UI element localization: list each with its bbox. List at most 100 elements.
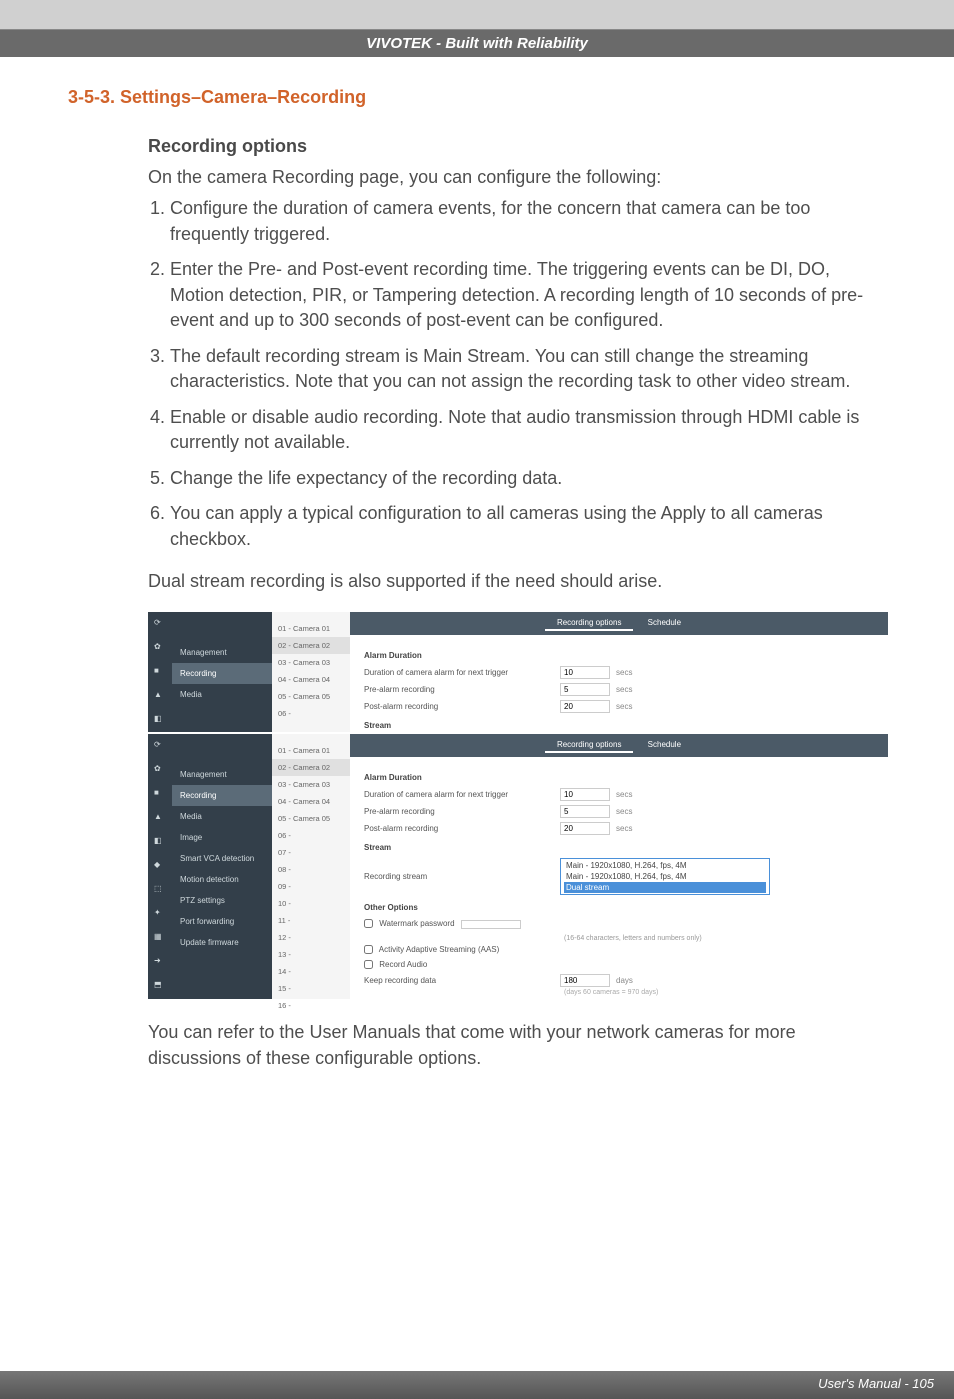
nav-port-forwarding[interactable]: Port forwarding <box>172 911 272 932</box>
screenshot-top: ⟳ ✿ ■ ▲ ◧ Management Recording Media 01 … <box>148 612 888 732</box>
prealarm-input[interactable] <box>560 805 610 818</box>
recstream-dropdown-open[interactable]: Main - 1920x1080, H.264, fps, 4M Main - … <box>560 858 770 895</box>
camera-item[interactable]: 10 - <box>272 895 350 912</box>
postalarm-label: Post-alarm recording <box>364 824 554 833</box>
list-item: Change the life expectancy of the record… <box>170 466 886 492</box>
nav-media[interactable]: Media <box>172 684 272 705</box>
duration-input[interactable] <box>560 788 610 801</box>
alarm-icon[interactable]: ▲ <box>154 690 166 702</box>
nav-update-firmware[interactable]: Update firmware <box>172 932 272 953</box>
camera-item[interactable]: 09 - <box>272 878 350 895</box>
screenshot-bottom: ⟳ ✿ ■ ▲ ◧ ◆ ⬚ ✦ ▦ ➜ ⬒ Management Recordi… <box>148 734 888 999</box>
record-audio-label: Record Audio <box>379 960 427 969</box>
keep-hint: (days 60 cameras = 970 days) <box>564 989 874 996</box>
watermark-hint: (16-64 characters, letters and numbers o… <box>564 935 874 942</box>
dropdown-option[interactable]: Main - 1920x1080, H.264, fps, 4M <box>564 860 766 871</box>
tab-recording-options[interactable]: Recording options <box>545 616 633 631</box>
camera-item[interactable]: 02 - Camera 02 <box>272 759 350 776</box>
keep-data-input[interactable] <box>560 974 610 987</box>
camera-item[interactable]: 13 - <box>272 946 350 963</box>
watermark-input[interactable] <box>461 920 521 929</box>
gear-icon[interactable]: ✿ <box>154 642 166 654</box>
postalarm-input[interactable] <box>560 700 610 713</box>
alarm-duration-header: Alarm Duration <box>364 767 874 786</box>
camera-list: 01 - Camera 01 02 - Camera 02 03 - Camer… <box>272 734 350 999</box>
section-title: 3-5-3. Settings–Camera–Recording <box>68 87 886 108</box>
media-icon[interactable]: ◧ <box>154 714 166 726</box>
watermark-row: Watermark password <box>364 916 874 932</box>
nav-recording[interactable]: Recording <box>172 785 272 806</box>
clock-icon[interactable]: ⟳ <box>154 740 166 752</box>
camera-item[interactable]: 05 - Camera 05 <box>272 810 350 827</box>
camera-item[interactable]: 15 - <box>272 980 350 997</box>
prealarm-input[interactable] <box>560 683 610 696</box>
unit-secs: secs <box>616 668 632 677</box>
dropdown-option[interactable]: Main - 1920x1080, H.264, fps, 4M <box>564 871 766 882</box>
camera-item[interactable]: 14 - <box>272 963 350 980</box>
nav-recording[interactable]: Recording <box>172 663 272 684</box>
camera-item[interactable]: 05 - Camera 05 <box>272 688 350 705</box>
forward-icon[interactable]: ➜ <box>154 956 166 968</box>
camera-item[interactable]: 01 - Camera 01 <box>272 742 350 759</box>
media-icon[interactable]: ◧ <box>154 836 166 848</box>
nav-sidebar: Management Recording Media <box>172 612 272 732</box>
camera-item[interactable]: 12 - <box>272 929 350 946</box>
tab-schedule[interactable]: Schedule <box>636 738 693 751</box>
camera-item[interactable]: 06 - <box>272 705 350 722</box>
duration-label: Duration of camera alarm for next trigge… <box>364 668 554 677</box>
aas-label: Activity Adaptive Streaming (AAS) <box>379 945 500 954</box>
camera-icon[interactable]: ■ <box>154 666 166 678</box>
aas-checkbox[interactable] <box>364 945 373 954</box>
watermark-label: Watermark password <box>379 919 454 928</box>
list-item: You can apply a typical configuration to… <box>170 501 886 552</box>
camera-item[interactable]: 03 - Camera 03 <box>272 776 350 793</box>
nav-image[interactable]: Image <box>172 827 272 848</box>
camera-item[interactable]: 04 - Camera 04 <box>272 671 350 688</box>
camera-item[interactable]: 06 - <box>272 827 350 844</box>
camera-item[interactable]: 11 - <box>272 912 350 929</box>
watermark-checkbox[interactable] <box>364 919 373 928</box>
tab-recording-options[interactable]: Recording options <box>545 738 633 753</box>
motion-icon[interactable]: ✦ <box>154 908 166 920</box>
duration-input[interactable] <box>560 666 610 679</box>
nav-management[interactable]: Management <box>172 764 272 785</box>
postalarm-input[interactable] <box>560 822 610 835</box>
camera-item[interactable]: 03 - Camera 03 <box>272 654 350 671</box>
nav-smart-vca[interactable]: Smart VCA detection <box>172 848 272 869</box>
dual-stream-note: Dual stream recording is also supported … <box>148 571 886 592</box>
nav-motion-detection[interactable]: Motion detection <box>172 869 272 890</box>
camera-item[interactable]: 08 - <box>272 861 350 878</box>
tab-schedule[interactable]: Schedule <box>636 616 693 629</box>
aas-row: Activity Adaptive Streaming (AAS) <box>364 942 874 957</box>
duration-label: Duration of camera alarm for next trigge… <box>364 790 554 799</box>
list-item: Enable or disable audio recording. Note … <box>170 405 886 456</box>
nav-management[interactable]: Management <box>172 642 272 663</box>
camera-item[interactable]: 01 - Camera 01 <box>272 620 350 637</box>
keep-data-label: Keep recording data <box>364 976 554 985</box>
record-audio-checkbox[interactable] <box>364 960 373 969</box>
disk-icon[interactable]: ⬚ <box>154 884 166 896</box>
page-footer: User's Manual - 105 <box>0 1371 954 1399</box>
nav-ptz-settings[interactable]: PTZ settings <box>172 890 272 911</box>
dropdown-option-selected[interactable]: Dual stream <box>564 882 766 893</box>
clock-icon[interactable]: ⟳ <box>154 618 166 630</box>
grid-icon[interactable]: ▦ <box>154 932 166 944</box>
camera-icon[interactable]: ■ <box>154 788 166 800</box>
camera-list: 01 - Camera 01 02 - Camera 02 03 - Camer… <box>272 612 350 732</box>
prealarm-row: Pre-alarm recording secs <box>364 681 874 698</box>
post-screenshot-note: You can refer to the User Manuals that c… <box>148 1019 886 1071</box>
recstream-label: Recording stream <box>364 872 554 881</box>
list-item: Configure the duration of camera events,… <box>170 196 886 247</box>
recording-options-list: Configure the duration of camera events,… <box>148 196 886 553</box>
icon-sidebar: ⟳ ✿ ■ ▲ ◧ <box>148 612 172 732</box>
gear-icon[interactable]: ✿ <box>154 764 166 776</box>
icon-sidebar: ⟳ ✿ ■ ▲ ◧ ◆ ⬚ ✦ ▦ ➜ ⬒ <box>148 734 172 999</box>
camera-item[interactable]: 16 - <box>272 997 350 1014</box>
camera-item[interactable]: 04 - Camera 04 <box>272 793 350 810</box>
camera-item[interactable]: 02 - Camera 02 <box>272 637 350 654</box>
camera-item[interactable]: 07 - <box>272 844 350 861</box>
nav-media[interactable]: Media <box>172 806 272 827</box>
alarm-icon[interactable]: ▲ <box>154 812 166 824</box>
image-icon[interactable]: ◆ <box>154 860 166 872</box>
update-icon[interactable]: ⬒ <box>154 980 166 992</box>
